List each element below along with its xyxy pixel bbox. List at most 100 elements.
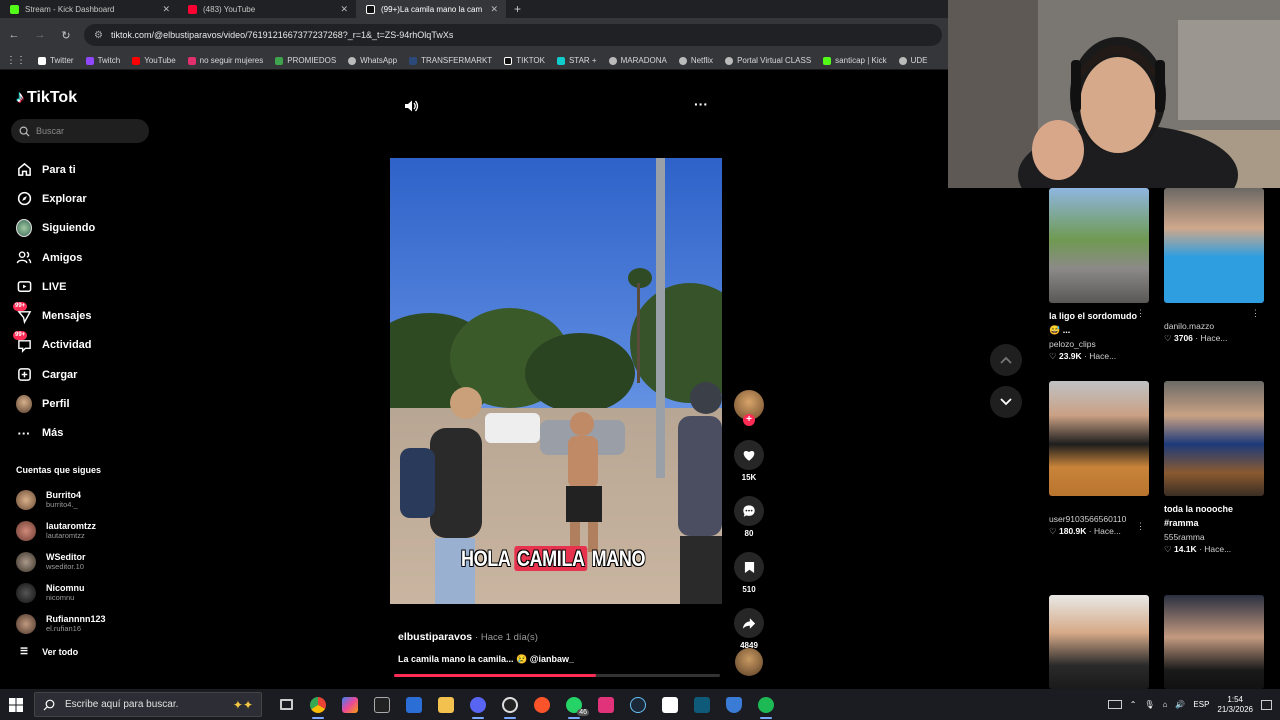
see-all-button[interactable]: ☰ Ver todo xyxy=(20,646,78,657)
site-info-icon[interactable]: ⚙ xyxy=(94,30,103,41)
tab-youtube[interactable]: (483) YouTube ✕ xyxy=(178,0,356,18)
recommended-video[interactable]: ⋮ user9103566560110 ♡ 180.9K · Hace... xyxy=(1049,381,1149,537)
bookmark-portal[interactable]: Portal Virtual CLASS xyxy=(725,56,811,65)
store-icon[interactable] xyxy=(398,689,430,720)
comment-icon[interactable] xyxy=(734,496,764,526)
capcut-icon[interactable] xyxy=(654,689,686,720)
bookmark-kick[interactable]: santicap | Kick xyxy=(823,56,887,65)
bookmark-twitter[interactable]: Twitter xyxy=(38,56,74,65)
reload-icon[interactable]: ↻ xyxy=(58,29,74,42)
chrome-icon[interactable] xyxy=(302,689,334,720)
video-thumbnail[interactable] xyxy=(1049,188,1149,303)
bookmark-promiedos[interactable]: PROMIEDOS xyxy=(275,56,336,65)
search-input[interactable]: Buscar xyxy=(11,119,149,143)
file-explorer-icon[interactable] xyxy=(430,689,462,720)
discord-icon[interactable] xyxy=(462,689,494,720)
nav-cargar[interactable]: Cargar xyxy=(16,360,156,389)
video-author[interactable]: elbustiparavos · Hace 1 día(s) xyxy=(398,631,538,643)
bookmark-ude[interactable]: UDE xyxy=(898,56,928,65)
copilot-icon[interactable] xyxy=(334,689,366,720)
more-options-icon[interactable]: ⋮ xyxy=(1136,308,1145,319)
bookmark-star[interactable]: STAR + xyxy=(556,56,597,65)
bookmark-netflix[interactable]: Netflix xyxy=(678,56,713,65)
terminal-icon[interactable] xyxy=(686,689,718,720)
nav-siguiendo[interactable]: Siguiendo xyxy=(16,214,156,243)
new-tab-button[interactable]: + xyxy=(514,2,521,16)
more-options-icon[interactable]: ··· xyxy=(694,96,708,112)
tiktok-logo[interactable]: ♪ TikTok xyxy=(16,89,77,107)
like-action[interactable]: 15K xyxy=(733,440,765,482)
nav-mas[interactable]: ··· Más xyxy=(16,419,156,448)
brave-icon[interactable] xyxy=(526,689,558,720)
video-player[interactable]: HOLA CAMILA MANO xyxy=(390,158,722,604)
bookmark-transfermarkt[interactable]: TRANSFERMARKT xyxy=(409,56,492,65)
tab-tiktok[interactable]: (99+)La camila mano la cam ✕ xyxy=(356,0,506,18)
nav-para-ti[interactable]: Para ti xyxy=(16,155,156,184)
tab-kick[interactable]: Stream - Kick Dashboard ✕ xyxy=(0,0,178,18)
author-avatar[interactable]: + xyxy=(734,390,764,426)
close-tab-icon[interactable]: ✕ xyxy=(490,4,498,15)
video-thumbnail[interactable] xyxy=(1164,381,1264,496)
clock[interactable]: 1:54 21/3/2026 xyxy=(1217,695,1253,715)
microphone-icon[interactable]: 🎙 xyxy=(1144,700,1154,709)
task-view-icon[interactable] xyxy=(270,689,302,720)
video-thumbnail[interactable] xyxy=(1164,188,1264,303)
bookmark-whatsapp[interactable]: WhatsApp xyxy=(348,56,397,65)
next-video-button[interactable] xyxy=(990,386,1022,418)
forward-icon[interactable]: → xyxy=(32,29,48,41)
recommended-video[interactable] xyxy=(1049,595,1149,689)
volume-icon[interactable] xyxy=(403,98,419,117)
steam-icon[interactable] xyxy=(622,689,654,720)
close-tab-icon[interactable]: ✕ xyxy=(340,4,348,15)
chevron-up-icon[interactable]: ⌃ xyxy=(1130,700,1137,709)
keyboard-icon[interactable] xyxy=(1107,700,1122,709)
follow-plus-icon[interactable]: + xyxy=(743,414,755,426)
bookmark-instagram[interactable]: no seguir mujeres xyxy=(187,56,263,65)
epic-games-icon[interactable] xyxy=(366,689,398,720)
nav-perfil[interactable]: Perfil xyxy=(16,389,156,418)
spotify-icon[interactable] xyxy=(750,689,782,720)
recommended-video[interactable]: ⋮ danilo.mazzo ♡ 3706 · Hace... xyxy=(1164,188,1264,344)
author-name[interactable]: elbustiparavos xyxy=(398,631,472,643)
video-thumbnail[interactable] xyxy=(1049,381,1149,496)
apps-icon[interactable]: ⋮⋮ xyxy=(6,55,26,66)
following-account[interactable]: Burrito4 burrito4._ xyxy=(16,484,156,515)
video-thumbnail[interactable] xyxy=(1049,595,1149,689)
app-icon[interactable] xyxy=(590,689,622,720)
music-disc-avatar[interactable] xyxy=(735,648,763,676)
video-progress-bar[interactable] xyxy=(394,674,720,677)
back-icon[interactable]: ← xyxy=(6,29,22,41)
video-user[interactable]: pelozo_clips xyxy=(1049,339,1149,349)
nav-actividad[interactable]: 99+ Actividad xyxy=(13,331,156,360)
following-account[interactable]: Nicomnu nicomnu xyxy=(16,577,156,608)
following-account[interactable]: WSeditor wseditor.10 xyxy=(16,546,156,577)
bookmark-maradona[interactable]: MARADONA xyxy=(608,56,667,65)
nav-explorar[interactable]: Explorar xyxy=(16,184,156,213)
video-user[interactable]: 555ramma xyxy=(1164,532,1264,542)
video-user[interactable]: user9103566560110 xyxy=(1049,514,1149,524)
previous-video-button[interactable] xyxy=(990,344,1022,376)
share-action[interactable]: 4849 xyxy=(733,608,765,650)
shield-icon[interactable] xyxy=(718,689,750,720)
bookmark-tiktok[interactable]: TIKTOK xyxy=(504,56,545,65)
taskbar-search[interactable]: Escribe aquí para buscar. ✦✦ xyxy=(34,692,262,717)
address-bar[interactable]: ⚙ tiktok.com/@elbustiparavos/video/76191… xyxy=(84,24,942,46)
network-icon[interactable]: ⌂ xyxy=(1163,700,1168,709)
bookmark-icon[interactable] xyxy=(734,552,764,582)
heart-icon[interactable] xyxy=(734,440,764,470)
more-options-icon[interactable]: ⋮ xyxy=(1136,521,1145,532)
nav-amigos[interactable]: Amigos xyxy=(16,243,156,272)
comment-action[interactable]: 80 xyxy=(733,496,765,538)
notifications-icon[interactable] xyxy=(1261,699,1272,710)
bookmark-youtube[interactable]: YouTube xyxy=(132,56,176,65)
close-tab-icon[interactable]: ✕ xyxy=(162,4,170,15)
language-indicator[interactable]: ESP xyxy=(1193,700,1209,709)
recommended-video[interactable] xyxy=(1164,595,1264,689)
share-icon[interactable] xyxy=(734,608,764,638)
more-options-icon[interactable]: ⋮ xyxy=(1251,308,1260,319)
save-action[interactable]: 510 xyxy=(733,552,765,594)
nav-live[interactable]: LIVE xyxy=(16,272,156,301)
video-user[interactable]: danilo.mazzo xyxy=(1164,321,1264,331)
recommended-video[interactable]: la ligo el sordomudo😅 ... ⋮ pelozo_clips… xyxy=(1049,188,1149,362)
whatsapp-icon[interactable]: 46 xyxy=(558,689,590,720)
